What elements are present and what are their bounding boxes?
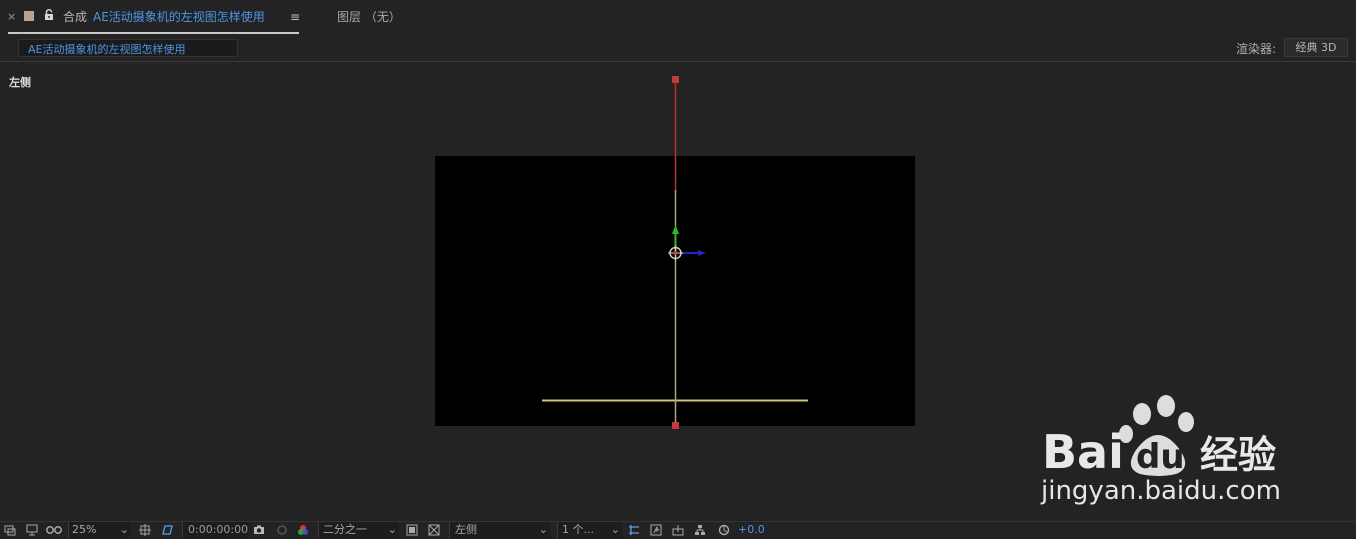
3d-view-dropdown[interactable]: 左侧 ⌄ [449, 522, 550, 538]
fast-previews-icon[interactable] [650, 524, 662, 536]
always-preview-icon[interactable] [4, 524, 16, 536]
chevron-down-icon: ⌄ [387, 523, 397, 536]
resolution-value: 二分之一 [323, 523, 367, 536]
svg-text:Bai: Bai [1042, 425, 1124, 479]
resolution-dropdown[interactable]: 二分之一 ⌄ [318, 522, 399, 538]
view-count-dropdown[interactable]: 1 个... ⌄ [557, 522, 622, 538]
view-count-value: 1 个... [562, 523, 594, 536]
mask-visibility-icon[interactable] [46, 524, 62, 536]
chevron-down-icon: ⌄ [119, 523, 129, 536]
show-snapshot-icon[interactable] [276, 524, 288, 536]
toggle-pixel-aspect-icon[interactable] [628, 524, 640, 536]
3d-view-value: 左侧 [455, 523, 477, 536]
transparency-grid-icon[interactable] [161, 524, 173, 536]
channel-icon[interactable] [297, 524, 309, 536]
z-axis-arrowhead [698, 250, 706, 256]
watermark-url: jingyan.baidu.com [1041, 476, 1281, 506]
anchor-center-dot [673, 251, 678, 255]
toggle-transparency-icon[interactable] [406, 524, 418, 536]
view-layout-icon[interactable] [428, 524, 440, 536]
zoom-value: 25% [72, 523, 97, 536]
timecode-display[interactable]: 0:00:00:00 [182, 522, 249, 538]
zoom-dropdown[interactable]: 25% ⌄ [68, 522, 131, 538]
svg-text:经验: 经验 [1200, 433, 1276, 477]
flowchart-icon[interactable] [694, 524, 706, 536]
chevron-down-icon: ⌄ [610, 523, 620, 536]
timeline-icon[interactable] [672, 524, 684, 536]
top-handle[interactable] [672, 76, 679, 83]
reset-exposure-icon[interactable] [718, 524, 730, 536]
bottom-handle[interactable] [672, 422, 679, 429]
svg-text:du: du [1136, 437, 1185, 477]
region-of-interest-icon[interactable] [139, 524, 151, 536]
exposure-value[interactable]: +0.0 [738, 522, 765, 538]
y-axis-arrowhead [672, 225, 679, 234]
monitor-icon[interactable] [26, 524, 38, 536]
chevron-down-icon: ⌄ [538, 523, 548, 536]
snapshot-icon[interactable] [253, 524, 265, 536]
